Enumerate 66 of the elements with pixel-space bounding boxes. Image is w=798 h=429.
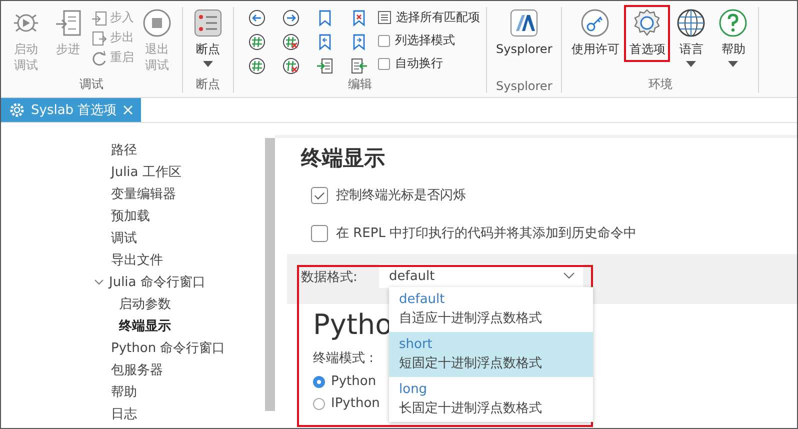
- sidebar-item[interactable]: 帮助: [111, 381, 137, 403]
- sidebar-item[interactable]: 路径: [111, 139, 137, 161]
- checkbox[interactable]: [378, 58, 390, 70]
- checkbox-label: 自动换行: [395, 55, 443, 72]
- checkbox[interactable]: [311, 186, 328, 204]
- group-label: 断点: [195, 76, 221, 93]
- field-label: 数据格式:: [301, 269, 358, 286]
- sidebar-item[interactable]: 日志: [111, 403, 137, 425]
- ribbon-button[interactable]: 首选项: [626, 7, 668, 60]
- ribbon-icon: [141, 7, 173, 39]
- menu-item[interactable]: short 短固定十进制浮点数格式: [389, 332, 593, 377]
- ribbon-icon: [91, 50, 107, 66]
- section-heading: 终端显示: [301, 145, 386, 172]
- group-label: 调试: [78, 76, 104, 93]
- document-icon[interactable]: [316, 57, 334, 75]
- caret-icon: [728, 60, 738, 67]
- menu-item[interactable]: default 自适应十进制浮点数格式: [389, 287, 593, 332]
- checkbox-label: 列选择模式: [395, 32, 455, 49]
- hash-icon[interactable]: [248, 57, 266, 75]
- sidebar-item[interactable]: 启动参数: [119, 293, 171, 315]
- gear-icon: [9, 102, 25, 118]
- ribbon-button[interactable]: 断点: [189, 7, 227, 69]
- radio-button[interactable]: [313, 376, 325, 388]
- hash-icon[interactable]: [282, 33, 300, 51]
- sidebar-item[interactable]: Julia 命令行窗口: [109, 271, 206, 293]
- scrollbar[interactable]: [265, 138, 275, 411]
- checkbox[interactable]: [311, 224, 328, 242]
- sidebar-item[interactable]: Julia 工作区: [111, 161, 182, 183]
- caret-icon: [686, 60, 696, 67]
- command-label[interactable]: 选择所有匹配项: [396, 9, 480, 26]
- sidebar-item[interactable]: 变量编辑器: [111, 183, 176, 205]
- menu-item[interactable]: long 长固定十进制浮点数格式: [389, 377, 593, 422]
- group-label: 环境: [647, 76, 674, 93]
- ribbon-button[interactable]: Sysplorer: [493, 7, 556, 60]
- checkbox-option[interactable]: 控制终端光标是否闪烁: [311, 186, 797, 204]
- sidebar-item[interactable]: 预加载: [111, 205, 150, 227]
- checkbox[interactable]: [378, 34, 390, 46]
- sidebar-item[interactable]: Python 命令行窗口: [111, 337, 226, 359]
- radio-option[interactable]: IPython: [313, 396, 380, 411]
- ribbon-button[interactable]: 帮助: [714, 7, 752, 69]
- hash-icon[interactable]: [282, 57, 300, 75]
- radio-button[interactable]: [313, 398, 325, 410]
- field-label: 终端模式 :: [313, 350, 374, 367]
- caret-icon: [203, 60, 213, 67]
- sidebar-item[interactable]: 导出文件: [111, 249, 163, 271]
- ribbon-icon: [579, 7, 612, 39]
- group-label: 编辑: [347, 76, 373, 93]
- list-icon: [378, 11, 391, 24]
- sidebar-item[interactable]: 包服务器: [111, 359, 163, 381]
- ribbon-button[interactable]: 使用许可: [568, 7, 622, 60]
- radio-option[interactable]: Python: [313, 374, 376, 389]
- group-label: Sysplorer: [495, 79, 554, 93]
- document-icon[interactable]: [350, 57, 368, 75]
- ribbon-icon: [717, 7, 750, 39]
- hash-icon[interactable]: [248, 33, 266, 51]
- ribbon-button[interactable]: 语言: [672, 7, 710, 69]
- sidebar-item[interactable]: 调试: [111, 227, 137, 249]
- checkbox-option[interactable]: 在 REPL 中打印执行的代码并将其添加到历史命令中: [311, 224, 797, 242]
- close-icon[interactable]: [122, 105, 133, 115]
- chevron-icon: [563, 272, 575, 280]
- ribbon-icon: [192, 7, 224, 39]
- ribbon-icon: [91, 30, 107, 46]
- sidebar-item[interactable]: 终端显示: [119, 315, 171, 337]
- ribbon-icon: [508, 7, 540, 39]
- ribbon-icon: [91, 10, 107, 26]
- ribbon-icon: [675, 7, 708, 39]
